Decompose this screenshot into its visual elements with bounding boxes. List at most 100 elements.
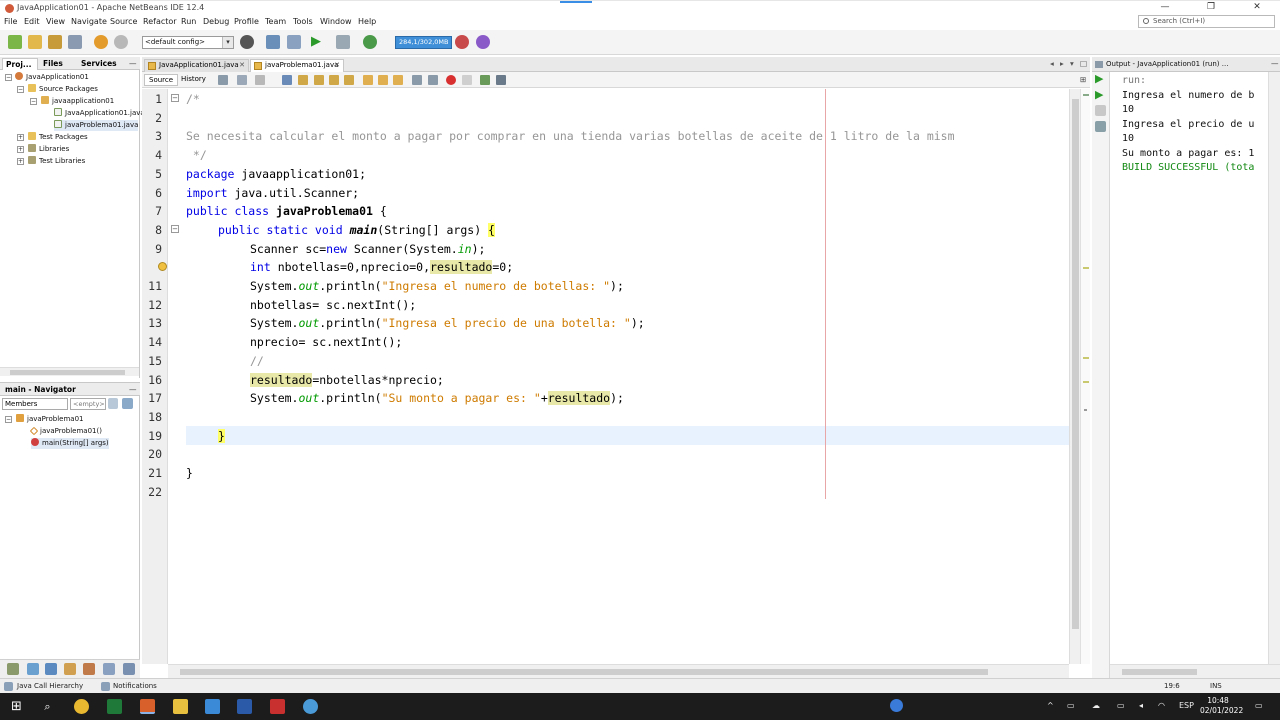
stop-macro-icon[interactable] bbox=[462, 75, 472, 85]
onedrive-icon[interactable]: ☁ bbox=[1092, 701, 1100, 710]
wifi-icon[interactable]: ◠ bbox=[1158, 701, 1165, 710]
language-indicator[interactable]: ESP bbox=[1179, 701, 1194, 710]
minimize-panel-icon[interactable]: — bbox=[1268, 58, 1279, 70]
menu-refactor[interactable]: Refactor bbox=[143, 17, 177, 26]
comment-icon[interactable] bbox=[480, 75, 490, 85]
tree-libraries[interactable]: Libraries bbox=[28, 144, 69, 155]
editor-hscrollbar[interactable] bbox=[168, 664, 1069, 678]
undo-icon[interactable] bbox=[94, 35, 108, 49]
scroll-thumb[interactable] bbox=[1122, 669, 1197, 675]
members-icon[interactable] bbox=[83, 663, 95, 675]
source-tab[interactable]: Source bbox=[144, 74, 179, 86]
split-editor-icon[interactable]: ⊞ bbox=[1077, 74, 1086, 86]
forward-icon[interactable] bbox=[255, 75, 265, 85]
panel-icon[interactable] bbox=[45, 663, 57, 675]
hierarchy-icon[interactable] bbox=[64, 663, 76, 675]
settings-icon[interactable] bbox=[7, 663, 19, 675]
profile-icon[interactable] bbox=[363, 35, 377, 49]
history-tab[interactable]: History bbox=[177, 74, 210, 86]
save-all-icon[interactable] bbox=[68, 35, 82, 49]
members-select[interactable]: Members bbox=[2, 398, 68, 410]
display-icon[interactable]: ▭ bbox=[1117, 701, 1125, 710]
volume-icon[interactable]: ◂ bbox=[1139, 701, 1143, 710]
nav-constructor-node[interactable]: javaProblema01() bbox=[29, 426, 102, 437]
minimize-button[interactable]: — bbox=[1142, 1, 1188, 15]
netbeans-icon[interactable] bbox=[140, 699, 155, 714]
collapse-icon[interactable]: − bbox=[5, 74, 12, 81]
warning-bulb-icon[interactable] bbox=[158, 262, 167, 271]
shift-right-icon[interactable] bbox=[428, 75, 438, 85]
menu-window[interactable]: Window bbox=[320, 17, 352, 26]
tab-list-icon[interactable]: ▾ bbox=[1067, 58, 1074, 70]
expand-icon[interactable]: + bbox=[17, 158, 24, 165]
tree-file-javaapplication01[interactable]: JavaApplication01.java bbox=[54, 108, 145, 119]
clean-build-icon[interactable] bbox=[266, 35, 280, 49]
new-project-icon[interactable] bbox=[8, 35, 22, 49]
profiler-snapshot-icon[interactable] bbox=[476, 35, 490, 49]
minimize-panel-icon[interactable]: — bbox=[126, 58, 137, 70]
windows-start-icon[interactable]: ⊞ bbox=[9, 699, 24, 714]
menu-file[interactable]: File bbox=[4, 17, 17, 26]
tree-package[interactable]: javaapplication01 bbox=[41, 96, 114, 107]
code-editor[interactable]: − − /* Se necesita calcular el monto a p… bbox=[168, 89, 1069, 664]
expand-icon[interactable]: + bbox=[17, 134, 24, 141]
maximize-button[interactable]: ❐ bbox=[1188, 1, 1234, 15]
nav-method-node[interactable]: main(String[] args) bbox=[31, 438, 109, 449]
tray-chevron-icon[interactable]: ^ bbox=[1047, 701, 1054, 710]
output-console[interactable]: run: Ingresa el numero de b 10 Ingresa e… bbox=[1110, 72, 1268, 664]
find-icon[interactable] bbox=[282, 75, 292, 85]
tab-services[interactable]: Services bbox=[78, 58, 122, 70]
tree-test-libraries[interactable]: Test Libraries bbox=[28, 156, 85, 167]
collapse-icon[interactable]: − bbox=[5, 416, 12, 423]
menu-help[interactable]: Help bbox=[358, 17, 376, 26]
previous-bookmark-icon[interactable] bbox=[363, 75, 373, 85]
maximize-editor-icon[interactable]: □ bbox=[1077, 58, 1087, 70]
menu-tools[interactable]: Tools bbox=[293, 17, 313, 26]
find-next-icon[interactable] bbox=[314, 75, 324, 85]
sort-icon[interactable] bbox=[123, 663, 135, 675]
expand-icon[interactable]: + bbox=[17, 146, 24, 153]
tree-project-root[interactable]: JavaApplication01 bbox=[15, 72, 89, 83]
editor-vscrollbar[interactable] bbox=[1069, 89, 1080, 664]
debug-icon[interactable] bbox=[336, 35, 350, 49]
menu-team[interactable]: Team bbox=[265, 17, 286, 26]
tab-scroll-right-icon[interactable]: ▸ bbox=[1057, 58, 1064, 70]
empty-select[interactable]: <empty> bbox=[70, 398, 106, 410]
tree-file-javaproblema01[interactable]: javaProblema01.java bbox=[54, 120, 139, 131]
notification-center-icon[interactable]: ▭ bbox=[1255, 701, 1263, 710]
open-project-icon[interactable] bbox=[48, 35, 62, 49]
network-icon[interactable]: ▭ bbox=[1067, 701, 1075, 710]
notifications-tab[interactable]: Notifications bbox=[113, 682, 157, 690]
tree-source-packages[interactable]: Source Packages bbox=[28, 84, 98, 95]
menu-source[interactable]: Source bbox=[110, 17, 137, 26]
projects-hscrollbar[interactable] bbox=[0, 367, 139, 376]
start-macro-icon[interactable] bbox=[446, 75, 456, 85]
rerun-with-params-icon[interactable]: ▶ bbox=[1095, 89, 1106, 100]
settings-icon[interactable] bbox=[1095, 121, 1106, 132]
filter-icon[interactable] bbox=[108, 398, 118, 409]
output-vscrollbar[interactable] bbox=[1268, 72, 1280, 664]
nav-class-node[interactable]: javaProblema01 bbox=[16, 414, 83, 425]
find-previous-icon[interactable] bbox=[298, 75, 308, 85]
rerun-icon[interactable]: ▶ bbox=[1095, 73, 1106, 84]
panel-icon[interactable] bbox=[27, 663, 39, 675]
menu-view[interactable]: View bbox=[46, 17, 65, 26]
back-icon[interactable] bbox=[237, 75, 247, 85]
shift-left-icon[interactable] bbox=[412, 75, 422, 85]
menu-debug[interactable]: Debug bbox=[203, 17, 229, 26]
tab-files[interactable]: Files bbox=[40, 58, 76, 70]
build-icon[interactable] bbox=[287, 35, 301, 49]
toggle-highlight-icon[interactable] bbox=[344, 75, 354, 85]
config-select[interactable]: <default config> ▾ bbox=[142, 36, 234, 49]
toggle-bookmark-icon[interactable] bbox=[393, 75, 403, 85]
navigator-title[interactable]: main - Navigator bbox=[2, 384, 76, 396]
tab-javaapplication01-java[interactable]: JavaApplication01.java ✕ bbox=[144, 59, 249, 72]
menu-profile[interactable]: Profile bbox=[234, 17, 259, 26]
menu-run[interactable]: Run bbox=[181, 17, 196, 26]
tab-scroll-left-icon[interactable]: ◂ bbox=[1047, 58, 1054, 70]
run-icon[interactable]: ▶ bbox=[311, 35, 325, 49]
next-bookmark-icon[interactable] bbox=[378, 75, 388, 85]
collapse-icon[interactable]: − bbox=[30, 98, 37, 105]
excel-icon[interactable] bbox=[107, 699, 122, 714]
filter-icon[interactable] bbox=[103, 663, 115, 675]
